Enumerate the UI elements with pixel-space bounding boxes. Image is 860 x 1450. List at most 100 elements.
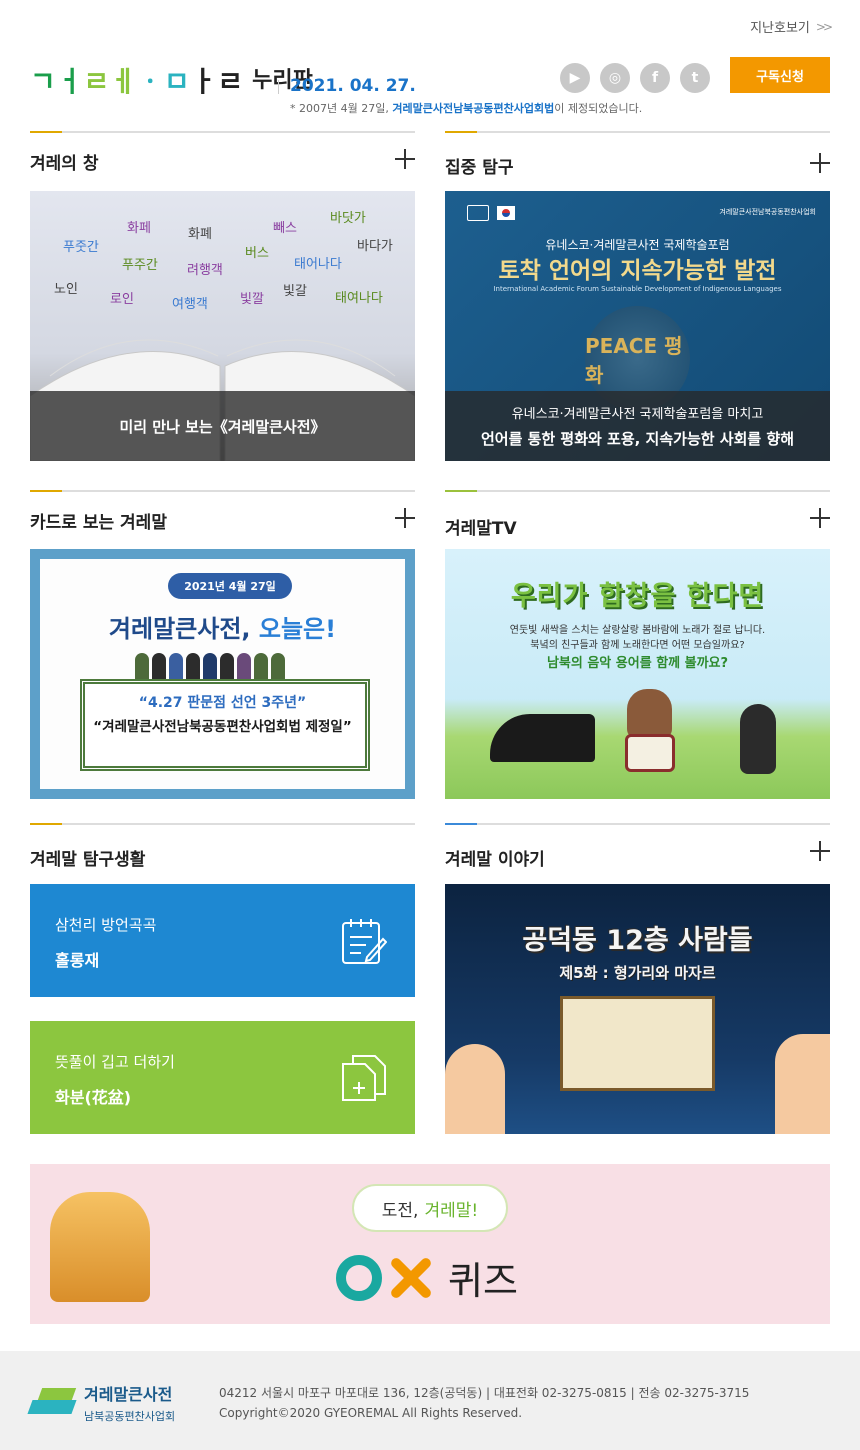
section-title: 겨레말 이야기 bbox=[445, 850, 545, 870]
word: 빼스 bbox=[273, 221, 297, 236]
tv-card[interactable]: 우리가 합창을 한다면 연둣빛 새싹을 스치는 살랑살랑 봄바람에 노래가 절로… bbox=[445, 549, 830, 799]
card-news-quote1: “4.27 판문점 선언 3주년” bbox=[138, 695, 307, 711]
back-issues-label: 지난호보기 bbox=[750, 21, 810, 36]
section-cards: 카드로 보는 겨레말 2021년 4월 27일 겨레말큰사전, 오늘은! “4.… bbox=[30, 490, 415, 800]
logo-mark-part: ㅏㄹ bbox=[190, 65, 245, 98]
word: 화폐 bbox=[188, 227, 212, 242]
word: 바닷가 bbox=[330, 211, 366, 226]
section-title: 겨레의 창 bbox=[30, 154, 99, 174]
forum-english: International Academic Forum Sustainable… bbox=[493, 285, 782, 293]
issue-note-law: 겨레말큰사전남북공동편찬사업회법 bbox=[392, 102, 555, 115]
definition-box[interactable]: 뜻풀이 깁고 더하기 화분(花盆) bbox=[30, 1021, 415, 1134]
section-story: 겨레말 이야기 공덕동 12층 사람들 제5화 : 형가리와 마자르 bbox=[445, 823, 830, 1135]
word: 려행객 bbox=[187, 263, 223, 278]
word: 버스 bbox=[245, 246, 269, 261]
newsletter-logo[interactable]: ㄱㅓ ㄹㅔ ㆍㅁ ㅏㄹ 누리판 bbox=[30, 36, 313, 96]
issue-note-prefix: * 2007년 4월 27일, bbox=[290, 102, 393, 115]
header: 지난호보기 >> ㄱㅓ ㄹㅔ ㆍㅁ ㅏㄹ 누리판 2021. 04. 27. *… bbox=[0, 0, 860, 130]
cello-player-illustration bbox=[740, 704, 776, 774]
section-tv: 겨레말TV 우리가 합창을 한다면 연둣빛 새싹을 스치는 살랑살랑 봄바람에 … bbox=[445, 490, 830, 800]
more-plus-icon[interactable] bbox=[395, 149, 415, 169]
back-issues-link[interactable]: 지난호보기 >> bbox=[750, 17, 833, 37]
x-cross-icon bbox=[388, 1256, 432, 1300]
ox-quiz-banner[interactable]: 도전, 겨레말! 퀴즈 bbox=[30, 1164, 830, 1324]
org-logo-icon bbox=[30, 1386, 74, 1420]
word: 화페 bbox=[127, 221, 151, 236]
card-news-headline: 겨레말큰사전, 오늘은! bbox=[40, 609, 405, 644]
footer-org-sub: 남북공동편찬사업회 bbox=[84, 1410, 176, 1423]
quiz-bubble: 도전, 겨레말! bbox=[352, 1184, 508, 1232]
footer-logo[interactable]: 겨레말큰사전 남북공동편찬사업회 bbox=[30, 1381, 175, 1424]
more-plus-icon[interactable] bbox=[810, 508, 830, 528]
explore-card[interactable]: 겨레말큰사전남북공동편찬사업회 유네스코·겨레말큰사전 국제학술포럼 토착 언어… bbox=[445, 191, 830, 461]
section-title: 카드로 보는 겨레말 bbox=[30, 513, 167, 533]
footer-org: 겨레말큰사전 남북공동편찬사업회 bbox=[84, 1381, 175, 1424]
dialect-box-label: 삼천리 방언곡곡 bbox=[55, 916, 157, 934]
subscribe-button[interactable]: 구독신청 bbox=[730, 57, 830, 93]
unesco-logo-icon bbox=[467, 205, 489, 221]
section-title: 집중 탐구 bbox=[445, 158, 514, 178]
section-rule bbox=[30, 131, 415, 133]
more-plus-icon[interactable] bbox=[395, 508, 415, 528]
tv-desc-line3: 남북의 음악 용어를 함께 볼까요? bbox=[546, 656, 729, 671]
card-news-quote2: “겨레말큰사전남북공동편찬사업회법 제정일” bbox=[93, 719, 352, 735]
word: 태여나다 bbox=[335, 291, 383, 306]
facebook-icon[interactable]: f bbox=[640, 63, 670, 93]
statue-illustration bbox=[50, 1192, 150, 1302]
section-title: 겨레말 탐구생활 bbox=[30, 850, 146, 870]
footer: 겨레말큰사전 남북공동편찬사업회 04212 서울시 마포구 마포대로 136,… bbox=[0, 1351, 860, 1450]
section-rule bbox=[445, 490, 830, 492]
word: 바다가 bbox=[357, 239, 393, 254]
section-rule bbox=[445, 823, 830, 825]
more-plus-icon[interactable] bbox=[810, 153, 830, 173]
section-window: 겨레의 창 화페 화폐 빼스 바닷가 푸줏간 버스 바다가 푸주간 려행객 태어… bbox=[30, 131, 415, 461]
org-name: 겨레말큰사전남북공동편찬사업회 bbox=[719, 208, 816, 216]
dialect-box[interactable]: 삼천리 방언곡곡 홀롱재 bbox=[30, 884, 415, 997]
word: 빛깔 bbox=[240, 292, 264, 307]
word: 로인 bbox=[110, 292, 134, 307]
footer-copyright: Copyright©2020 GYEOREMAL All Rights Rese… bbox=[219, 1406, 523, 1420]
issue-date: 2021. 04. 27. bbox=[290, 76, 416, 96]
o-circle-icon bbox=[336, 1254, 382, 1301]
tv-headline: 우리가 합창을 한다면 bbox=[510, 581, 765, 612]
tv-desc-line2: 북녘의 친구들과 함께 노래한다면 어떤 모습일까요? bbox=[530, 640, 745, 651]
more-plus-icon[interactable] bbox=[810, 841, 830, 861]
footer-info: 04212 서울시 마포구 마포대로 136, 12층(공덕동) | 대표전화 … bbox=[219, 1383, 749, 1423]
korea-flag-icon bbox=[497, 206, 515, 220]
card-news-date: 2021년 4월 27일 bbox=[168, 573, 292, 599]
word: 태어나다 bbox=[294, 257, 342, 272]
instagram-icon[interactable]: ◎ bbox=[600, 63, 630, 93]
word: 여행객 bbox=[172, 297, 208, 312]
explore-caption: 유네스코·겨레말큰사전 국제학술포럼을 마치고 언어를 통한 평화와 포용, 지… bbox=[445, 391, 830, 461]
card-news-card[interactable]: 2021년 4월 27일 겨레말큰사전, 오늘은! “4.27 판문점 선언 3… bbox=[30, 549, 415, 799]
section-rule bbox=[30, 490, 415, 492]
definition-box-label: 뜻풀이 깁고 더하기 bbox=[55, 1053, 175, 1071]
org-logos bbox=[467, 205, 515, 221]
issue-note: * 2007년 4월 27일, 겨레말큰사전남북공동편찬사업회법이 제정되었습니… bbox=[290, 100, 642, 116]
section-title: 겨레말TV bbox=[445, 519, 517, 539]
story-card[interactable]: 공덕동 12층 사람들 제5화 : 형가리와 마자르 bbox=[445, 884, 830, 1134]
section-life: 겨레말 탐구생활 삼천리 방언곡곡 홀롱재 뜻풀이 깁고 더하기 화분(花盆) bbox=[30, 823, 415, 1135]
explore-caption-line1: 유네스코·겨레말큰사전 국제학술포럼을 마치고 bbox=[511, 407, 764, 422]
card-news-headline-b: 오늘은! bbox=[258, 615, 337, 643]
window-caption: 미리 만나 보는《겨레말큰사전》 bbox=[30, 391, 415, 461]
quiz-bubble-b: 겨레말! bbox=[424, 1200, 479, 1221]
section-explore: 집중 탐구 겨레말큰사전남북공동편찬사업회 유네스코·겨레말큰사전 국제학술포럼… bbox=[445, 131, 830, 461]
sns-links: ▶ ◎ f t bbox=[560, 63, 710, 93]
footer-org-name: 겨레말큰사전 bbox=[84, 1385, 173, 1404]
window-card[interactable]: 화페 화폐 빼스 바닷가 푸줏간 버스 바다가 푸주간 려행객 태어나다 노인 … bbox=[30, 191, 415, 461]
issue-note-suffix: 이 제정되었습니다. bbox=[554, 102, 643, 115]
logo-mark-part: ㆍㅁ bbox=[137, 65, 191, 98]
ox-quiz-logo: 퀴즈 bbox=[336, 1250, 518, 1305]
story-headline: 공덕동 12층 사람들 bbox=[522, 925, 753, 956]
window-caption-text: 미리 만나 보는《겨레말큰사전》 bbox=[119, 417, 326, 436]
section-rule bbox=[445, 131, 830, 133]
youtube-icon[interactable]: ▶ bbox=[560, 63, 590, 93]
story-episode: 제5화 : 형가리와 마자르 bbox=[559, 964, 716, 982]
footer-address: 04212 서울시 마포구 마포대로 136, 12층(공덕동) | 대표전화 … bbox=[219, 1386, 750, 1400]
piano-illustration bbox=[490, 714, 595, 762]
explore-caption-line2: 언어를 통한 평화와 포용, 지속가능한 사회를 향해 bbox=[480, 430, 795, 448]
definition-box-word: 화분(花盆) bbox=[55, 1088, 132, 1107]
header-divider bbox=[278, 80, 279, 94]
twitter-icon[interactable]: t bbox=[680, 63, 710, 93]
